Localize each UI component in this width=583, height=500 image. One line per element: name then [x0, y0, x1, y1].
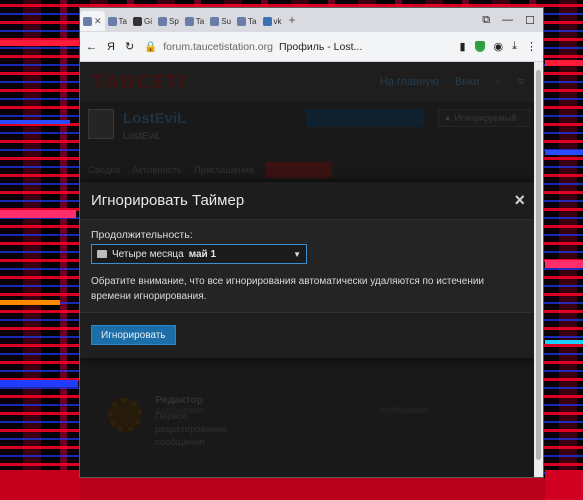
briefcase-icon	[97, 250, 107, 258]
tab-favicon-icon	[210, 16, 220, 26]
tab[interactable]: Ta	[182, 11, 207, 31]
duration-date: май 1	[188, 248, 217, 260]
more-icon[interactable]: ⋮	[526, 40, 537, 53]
tab-active[interactable]: ✕	[80, 11, 105, 31]
url-title: Профиль - Lost...	[278, 40, 363, 53]
tab-favicon-icon	[184, 16, 194, 26]
url-field[interactable]: 🔒 forum.taucetistation.org Профиль - Los…	[144, 36, 449, 58]
adblock-shield-icon[interactable]	[474, 41, 485, 52]
tab-bar: ✕ Ta Gi Sp Ta Su Ta vk + ⧉ — ☐	[80, 8, 543, 32]
address-bar: ← Я ↻ 🔒 forum.taucetistation.org Профиль…	[80, 32, 543, 62]
modal-footer: Игнорировать	[80, 312, 536, 358]
browser-window: ✕ Ta Gi Sp Ta Su Ta vk + ⧉ — ☐ ← Я ↻ 🔒 f…	[79, 7, 544, 478]
tab-label: Sp	[169, 16, 179, 26]
tab[interactable]: vk	[260, 11, 285, 31]
url-domain: forum.taucetistation.org	[163, 40, 273, 53]
tab-favicon-icon	[262, 16, 272, 26]
duration-select[interactable]: Четыре месяца май 1 ▼	[91, 244, 307, 264]
tab[interactable]: Sp	[155, 11, 182, 31]
tab-favicon-icon	[107, 16, 117, 26]
tab[interactable]: Ta	[105, 11, 130, 31]
duration-value: Четыре месяца	[112, 248, 184, 260]
tab-favicon-icon	[83, 16, 92, 26]
new-tab-icon[interactable]: +	[289, 13, 296, 27]
maximize-icon[interactable]: ☐	[525, 14, 535, 27]
tab-label: vk	[273, 16, 282, 26]
back-icon[interactable]: ←	[86, 41, 97, 53]
tab-favicon-icon	[133, 16, 142, 26]
yandex-icon[interactable]: Я	[107, 41, 115, 53]
tab-close-icon[interactable]: ✕	[94, 16, 102, 27]
tab[interactable]: Ta	[234, 11, 259, 31]
tab[interactable]: Gi	[130, 11, 155, 31]
extension-icon[interactable]: ◉	[494, 40, 504, 53]
close-icon[interactable]: ×	[514, 190, 525, 211]
bookmark-icon[interactable]: ▮	[459, 40, 465, 53]
page-scrollbar[interactable]	[534, 62, 543, 477]
chevron-down-icon: ▼	[293, 249, 301, 259]
modal-header: Игнорировать Таймер ×	[80, 182, 536, 220]
ignore-timer-modal: Игнорировать Таймер × Продолжительность:…	[80, 182, 536, 358]
minimize-icon[interactable]: —	[502, 14, 513, 26]
tab-favicon-icon	[237, 16, 247, 26]
tab-label: Ta	[195, 16, 205, 26]
tab-label: Su	[221, 16, 232, 26]
tab-favicon-icon	[158, 16, 167, 26]
tab-label: Ta	[248, 16, 257, 26]
duration-label: Продолжительность:	[91, 229, 193, 241]
modal-notice: Обратите внимание, что все игнорирования…	[91, 276, 485, 302]
downloads-icon[interactable]: ⤓	[512, 40, 517, 53]
page-content: TAUCETI На главную Вики ⌕ ≡ LostEviL Los…	[80, 62, 536, 477]
ignore-submit-button[interactable]: Игнорировать	[91, 325, 176, 345]
collections-icon[interactable]: ⧉	[482, 14, 490, 27]
tab-label: Ta	[118, 16, 127, 26]
reload-icon[interactable]: ↻	[125, 40, 134, 53]
scrollbar-thumb[interactable]	[536, 70, 541, 460]
modal-title: Игнорировать Таймер	[91, 192, 245, 209]
tab[interactable]: Su	[207, 11, 234, 31]
lock-icon: 🔒	[144, 41, 158, 53]
tab-label: Gi	[144, 16, 152, 26]
